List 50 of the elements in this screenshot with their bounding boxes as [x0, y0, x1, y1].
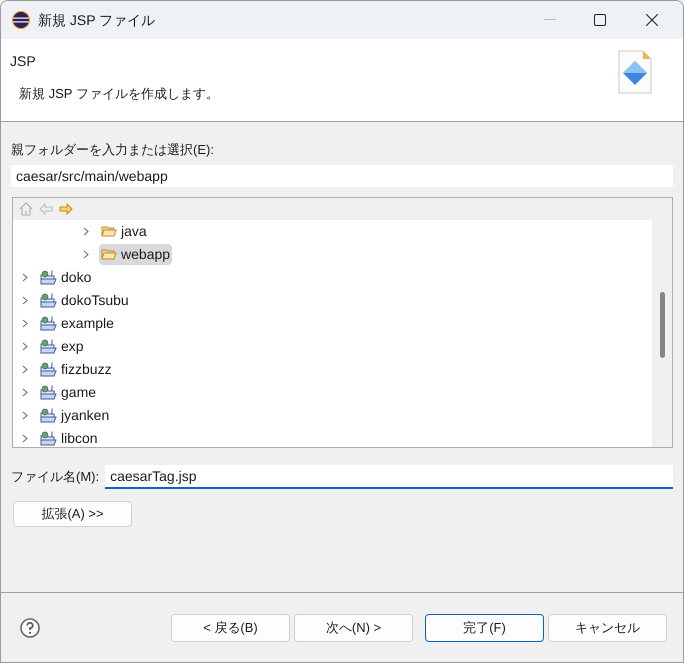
tree-item[interactable]: dokoTsubu	[38, 290, 131, 310]
page-description: 新規 JSP ファイルを作成します。	[19, 85, 219, 103]
folder-icon	[101, 224, 117, 238]
scrollbar-thumb[interactable]	[660, 292, 664, 358]
app-icon	[12, 11, 30, 29]
tree-item[interactable]: exp	[38, 336, 86, 356]
file-icon	[617, 49, 653, 95]
field-label: ファイル名(M):	[11, 468, 100, 486]
project-icon	[40, 316, 57, 330]
tree-item[interactable]: jyanken	[38, 404, 112, 426]
expand-chevron-icon[interactable]	[22, 388, 28, 396]
expand-chevron-icon[interactable]	[22, 296, 28, 304]
forward-arrow-icon[interactable]	[59, 202, 73, 214]
expand-chevron-icon[interactable]	[22, 410, 28, 420]
close-icon[interactable]	[646, 14, 658, 26]
project-icon	[40, 338, 57, 354]
page-title: JSP	[10, 52, 36, 71]
help-icon[interactable]	[20, 618, 40, 638]
file-name-input[interactable]: caesarTag.jsp	[105, 464, 673, 488]
tree-item[interactable]: java	[99, 220, 149, 242]
dialog-button[interactable]: < 戻る(B)	[171, 614, 290, 642]
expand-chevron-icon[interactable]	[22, 434, 28, 442]
folder-icon	[101, 248, 117, 260]
expand-chevron-icon[interactable]	[22, 342, 28, 350]
dialog-button[interactable]: キャンセル	[548, 614, 667, 642]
project-icon	[40, 292, 57, 308]
folder-input[interactable]: caesar/src/main/webapp	[11, 164, 673, 186]
maximize-icon[interactable]	[594, 14, 606, 26]
project-icon	[40, 384, 57, 400]
expand-chevron-icon[interactable]	[22, 364, 28, 374]
window-title: 新規 JSP ファイル	[38, 10, 156, 30]
project-icon	[40, 270, 57, 284]
expand-chevron-icon[interactable]	[83, 226, 89, 236]
tree-item[interactable]: game	[38, 382, 98, 402]
expand-chevron-icon[interactable]	[83, 250, 89, 258]
advanced-button[interactable]: 拡張(A) >>	[13, 500, 132, 526]
dialog-button[interactable]: 完了(F)	[425, 614, 544, 642]
tree-item[interactable]: example	[38, 312, 116, 334]
tree-item[interactable]: doko	[38, 266, 94, 288]
field-label: 親フォルダーを入力または選択(E):	[11, 141, 215, 159]
scrollbar[interactable]	[652, 198, 672, 446]
project-icon	[40, 408, 57, 422]
project-icon	[40, 362, 57, 376]
tree-item[interactable]: fizzbuzz	[38, 358, 114, 380]
tree-item[interactable]: webapp	[99, 244, 172, 264]
tree-item[interactable]: libcon	[38, 428, 100, 448]
dialog-button[interactable]: 次へ(N) >	[294, 614, 413, 642]
project-icon	[40, 430, 57, 446]
expand-chevron-icon[interactable]	[22, 318, 28, 328]
expand-chevron-icon[interactable]	[22, 272, 28, 282]
